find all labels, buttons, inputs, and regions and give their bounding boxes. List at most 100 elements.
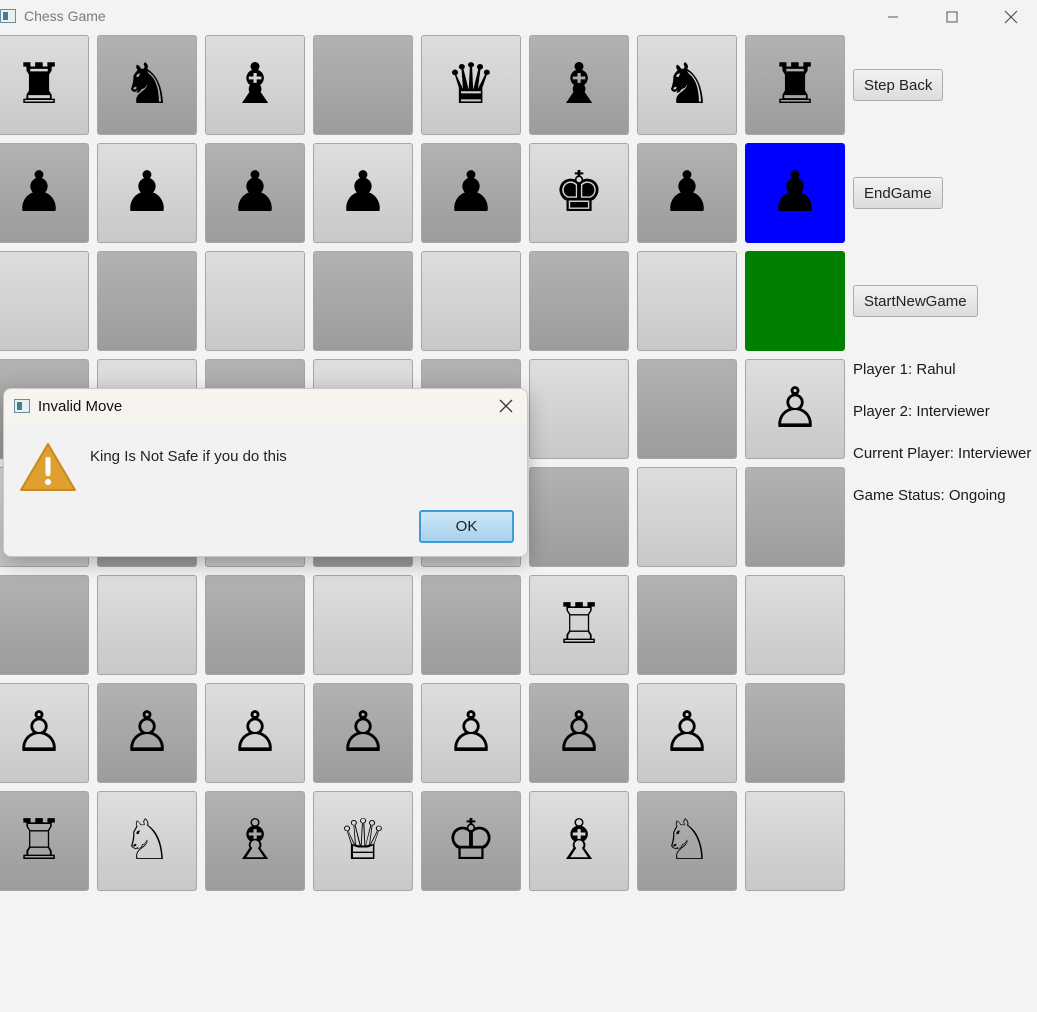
board-square[interactable]: ♙ bbox=[313, 683, 413, 783]
board-square[interactable]: ♟ bbox=[313, 143, 413, 243]
board-square[interactable]: ♟ bbox=[205, 143, 305, 243]
board-square[interactable]: ♟ bbox=[421, 143, 521, 243]
black-pawn-icon: ♟ bbox=[445, 160, 497, 225]
board-square[interactable] bbox=[637, 359, 737, 459]
board-square[interactable] bbox=[745, 575, 845, 675]
board-square[interactable]: ♙ bbox=[0, 683, 89, 783]
board-square[interactable] bbox=[637, 251, 737, 351]
board-square[interactable]: ♘ bbox=[637, 791, 737, 891]
board-square[interactable] bbox=[421, 251, 521, 351]
app-icon bbox=[14, 399, 30, 413]
board-square[interactable] bbox=[0, 251, 89, 351]
board-square[interactable] bbox=[97, 575, 197, 675]
board-square[interactable]: ♙ bbox=[205, 683, 305, 783]
white-pawn-icon: ♙ bbox=[121, 700, 173, 765]
black-pawn-icon: ♟ bbox=[769, 160, 821, 225]
window-title: Chess Game bbox=[24, 8, 106, 24]
board-square[interactable] bbox=[313, 575, 413, 675]
white-rook-icon: ♖ bbox=[553, 592, 605, 657]
white-queen-icon: ♕ bbox=[337, 808, 389, 873]
white-pawn-icon: ♙ bbox=[13, 700, 65, 765]
dialog-titlebar: Invalid Move bbox=[4, 389, 527, 423]
minimize-button[interactable] bbox=[870, 0, 916, 33]
dialog-close-button[interactable] bbox=[491, 391, 521, 421]
player2-label: Player 2: Interviewer bbox=[853, 403, 990, 420]
board-square[interactable]: ♜ bbox=[0, 35, 89, 135]
end-game-button[interactable]: EndGame bbox=[853, 177, 943, 209]
board-square[interactable]: ♟ bbox=[637, 143, 737, 243]
board-square[interactable] bbox=[529, 251, 629, 351]
board-square[interactable]: ♟ bbox=[0, 143, 89, 243]
board-square[interactable] bbox=[97, 251, 197, 351]
white-pawn-icon: ♙ bbox=[769, 376, 821, 441]
board-square[interactable]: ♙ bbox=[421, 683, 521, 783]
black-bishop-icon: ♝ bbox=[229, 52, 281, 117]
board-square[interactable]: ♚ bbox=[529, 143, 629, 243]
black-queen-icon: ♛ bbox=[445, 52, 497, 117]
invalid-move-dialog: Invalid Move King Is Not Safe if you do … bbox=[3, 388, 528, 557]
board-square[interactable]: ♜ bbox=[745, 35, 845, 135]
board-square[interactable]: ♙ bbox=[529, 683, 629, 783]
board-square[interactable]: ♛ bbox=[421, 35, 521, 135]
ok-button[interactable]: OK bbox=[419, 510, 514, 543]
step-back-button[interactable]: Step Back bbox=[853, 69, 944, 101]
app-icon bbox=[0, 9, 16, 23]
board-square[interactable] bbox=[205, 575, 305, 675]
board-square[interactable]: ♙ bbox=[97, 683, 197, 783]
board-square[interactable]: ♔ bbox=[421, 791, 521, 891]
board-square[interactable] bbox=[637, 575, 737, 675]
board-square[interactable]: ♖ bbox=[0, 791, 89, 891]
white-pawn-icon: ♙ bbox=[337, 700, 389, 765]
white-pawn-icon: ♙ bbox=[445, 700, 497, 765]
board-square[interactable]: ♟ bbox=[97, 143, 197, 243]
maximize-button[interactable] bbox=[929, 0, 975, 33]
board-square[interactable] bbox=[313, 35, 413, 135]
dialog-title: Invalid Move bbox=[38, 398, 123, 415]
board-square[interactable] bbox=[745, 251, 845, 351]
board-square[interactable] bbox=[0, 575, 89, 675]
white-pawn-icon: ♙ bbox=[553, 700, 605, 765]
board-square[interactable] bbox=[313, 251, 413, 351]
window-titlebar: Chess Game bbox=[0, 0, 1037, 33]
board-square[interactable]: ♞ bbox=[97, 35, 197, 135]
dialog-message: King Is Not Safe if you do this bbox=[90, 448, 287, 465]
board-square[interactable] bbox=[529, 359, 629, 459]
white-pawn-icon: ♙ bbox=[661, 700, 713, 765]
board-square[interactable]: ♕ bbox=[313, 791, 413, 891]
close-window-button[interactable] bbox=[988, 0, 1034, 33]
board-square[interactable] bbox=[745, 791, 845, 891]
board-square[interactable]: ♝ bbox=[205, 35, 305, 135]
board-square[interactable]: ♟ bbox=[745, 143, 845, 243]
black-knight-icon: ♞ bbox=[661, 52, 713, 117]
white-king-icon: ♔ bbox=[445, 808, 497, 873]
board-square[interactable]: ♙ bbox=[745, 359, 845, 459]
white-bishop-icon: ♗ bbox=[553, 808, 605, 873]
board-square[interactable]: ♞ bbox=[637, 35, 737, 135]
board-square[interactable]: ♗ bbox=[205, 791, 305, 891]
white-knight-icon: ♘ bbox=[661, 808, 713, 873]
white-pawn-icon: ♙ bbox=[229, 700, 281, 765]
white-rook-icon: ♖ bbox=[13, 808, 65, 873]
board-square[interactable] bbox=[529, 467, 629, 567]
black-pawn-icon: ♟ bbox=[229, 160, 281, 225]
minimize-icon bbox=[888, 16, 898, 17]
board-square[interactable]: ♘ bbox=[97, 791, 197, 891]
black-pawn-icon: ♟ bbox=[121, 160, 173, 225]
board-square[interactable]: ♝ bbox=[529, 35, 629, 135]
black-rook-icon: ♜ bbox=[769, 52, 821, 117]
board-square[interactable] bbox=[745, 683, 845, 783]
board-square[interactable] bbox=[745, 467, 845, 567]
warning-icon bbox=[20, 443, 76, 491]
board-square[interactable]: ♙ bbox=[637, 683, 737, 783]
board-square[interactable]: ♖ bbox=[529, 575, 629, 675]
black-king-icon: ♚ bbox=[553, 160, 605, 225]
white-knight-icon: ♘ bbox=[121, 808, 173, 873]
board-square[interactable]: ♗ bbox=[529, 791, 629, 891]
start-new-game-button[interactable]: StartNewGame bbox=[853, 285, 978, 317]
black-pawn-icon: ♟ bbox=[13, 160, 65, 225]
player1-label: Player 1: Rahul bbox=[853, 361, 956, 378]
board-square[interactable] bbox=[637, 467, 737, 567]
black-bishop-icon: ♝ bbox=[553, 52, 605, 117]
board-square[interactable] bbox=[205, 251, 305, 351]
board-square[interactable] bbox=[421, 575, 521, 675]
